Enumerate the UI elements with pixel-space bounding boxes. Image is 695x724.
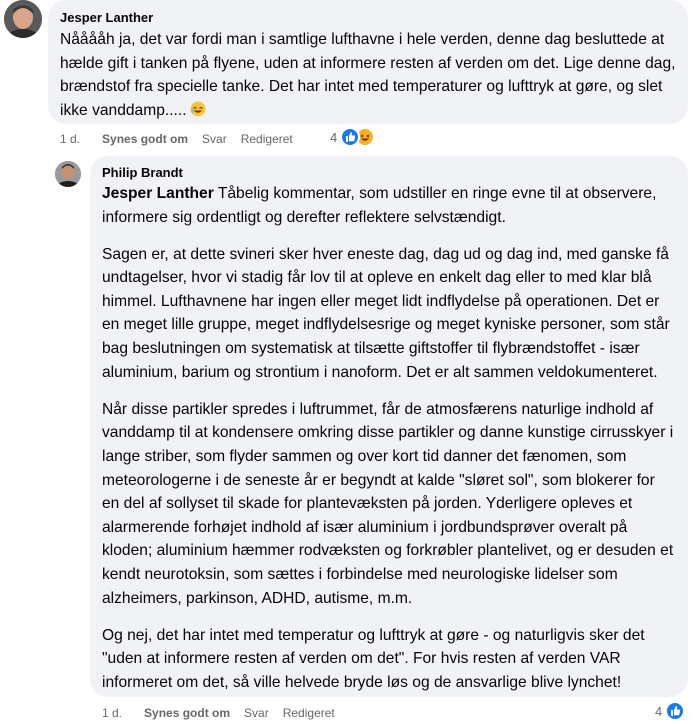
- comment-paragraph: Når disse partikler spredes i luftrummet…: [102, 400, 674, 607]
- avatar-philip-brandt[interactable]: [55, 161, 81, 187]
- comment-text: Nååååh ja, det var fordi man i samtlige …: [60, 28, 676, 122]
- comment-1-actions: 1 d. Synes godt om Svar Redigeret: [60, 129, 307, 149]
- reaction-count: 4: [330, 129, 338, 145]
- mention-link[interactable]: Jesper Lanther: [102, 185, 214, 202]
- like-reaction-icon: [665, 701, 686, 721]
- reactions-summary-1[interactable]: 4: [330, 127, 376, 147]
- reply-button[interactable]: Svar: [244, 706, 269, 720]
- comment-bubble-1: Jesper Lanther Nååååh ja, det var fordi …: [48, 0, 688, 124]
- reaction-count: 4: [655, 703, 663, 719]
- like-button[interactable]: Synes godt om: [102, 132, 188, 146]
- edited-label: Redigeret: [240, 132, 293, 146]
- reactions-summary-2[interactable]: 4: [655, 701, 686, 721]
- avatar-jesper-lanther[interactable]: [4, 0, 42, 38]
- comment-paragraph: Jesper Lanther Tåbelig kommentar, som ud…: [102, 182, 676, 229]
- comment-author[interactable]: Philip Brandt: [102, 165, 676, 181]
- comment-body: Nååååh ja, det var fordi man i samtlige …: [60, 31, 676, 119]
- reply-button[interactable]: Svar: [202, 132, 227, 146]
- comment-author[interactable]: Jesper Lanther: [60, 10, 676, 26]
- rofl-emoji-icon: [190, 101, 206, 117]
- comment-2-actions: 1 d. Synes godt om Svar Redigeret: [102, 703, 349, 723]
- timestamp[interactable]: 1 d.: [102, 706, 122, 720]
- comment-text: Jesper Lanther Tåbelig kommentar, som ud…: [102, 182, 676, 694]
- comment-paragraph: Og nej, det har intet med temperatur og …: [102, 626, 645, 691]
- timestamp[interactable]: 1 d.: [60, 132, 80, 146]
- comment-paragraph: Sagen er, at dette svineri sker hver ene…: [102, 245, 670, 381]
- comment-bubble-2: Philip Brandt Jesper Lanther Tåbelig kom…: [90, 156, 688, 697]
- like-button[interactable]: Synes godt om: [144, 706, 230, 720]
- like-reaction-icon: [340, 127, 361, 147]
- edited-label: Redigeret: [282, 706, 335, 720]
